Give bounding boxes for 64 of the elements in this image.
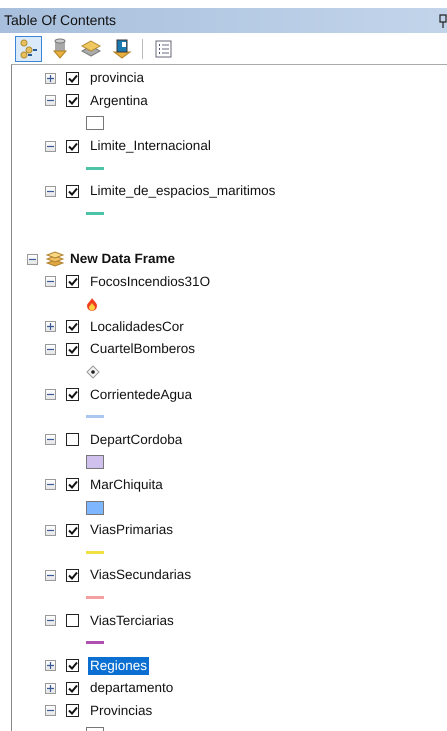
plus-icon [47,74,54,82]
layer-name[interactable]: FocosIncendios31O [88,272,212,291]
layers-icon [80,38,102,60]
plus-icon [47,662,54,670]
layer-name[interactable]: Limite_de_espacios_maritimos [88,182,278,200]
expand-toggle[interactable] [45,615,56,626]
fire-icon [86,297,98,312]
expand-toggle[interactable] [45,682,56,694]
layer-checkbox[interactable] [66,568,79,582]
layer-checkbox[interactable] [66,704,79,718]
layer-name[interactable]: Regiones [88,656,150,675]
marker-symbol [86,365,100,380]
expand-toggle[interactable] [45,276,56,288]
layer-checkbox[interactable] [66,184,79,198]
expand-toggle[interactable] [45,95,56,106]
layer-name[interactable]: CuartelBomberos [88,340,198,358]
layer-name[interactable]: CorrientedeAgua [88,386,194,404]
layer-checkbox[interactable] [66,320,79,334]
expand-toggle[interactable] [45,389,56,400]
layer-checkbox[interactable] [66,388,79,402]
layer-name[interactable]: DepartCordoba [88,430,184,449]
expand-toggle[interactable] [45,524,56,536]
layer-name[interactable]: LocalidadesCor [88,318,186,336]
layer-checkbox[interactable] [66,682,79,695]
layer-checkbox[interactable] [66,275,79,288]
layer-name[interactable]: ViasPrimarias [88,521,176,540]
layer-checkbox[interactable] [66,140,79,153]
layer-checkbox[interactable] [66,433,79,446]
layer-checkbox[interactable] [66,478,79,492]
layer-checkbox[interactable] [66,342,79,356]
panel-title: Table Of Contents [4,11,116,30]
expand-toggle[interactable] [45,140,56,152]
layers-icon [45,251,65,268]
hierarchy-icon [18,38,40,60]
expand-toggle[interactable] [45,72,56,84]
toolbar-button[interactable] [15,36,42,62]
selection-layer-icon [110,38,132,60]
layer-name[interactable]: departamento [88,679,176,698]
list-icon [152,38,174,60]
layer-name[interactable]: Provincias [88,702,154,720]
expand-toggle[interactable] [45,660,56,672]
expand-toggle[interactable] [45,705,56,716]
pin-icon [439,14,447,28]
layer-checkbox[interactable] [66,659,79,672]
plus-icon [47,684,54,692]
layer-name[interactable]: ViasTerciarias [88,612,176,630]
expand-toggle[interactable] [45,570,56,581]
layer-name[interactable]: provincia [88,69,146,88]
layer-checkbox[interactable] [66,614,79,628]
layer-checkbox[interactable] [66,94,79,108]
layer-checkbox[interactable] [66,72,79,85]
layer-checkbox[interactable] [66,524,79,537]
expand-toggle[interactable] [45,321,56,332]
layer-name[interactable]: ViasSecundarias [88,566,194,584]
expand-toggle[interactable] [45,344,56,355]
expand-toggle[interactable] [45,479,56,490]
layer-name[interactable]: MarChiquita [88,476,165,494]
layer-name[interactable]: Argentina [88,92,150,110]
layer-name[interactable]: Limite_Internacional [88,137,213,156]
expand-toggle[interactable] [27,254,38,265]
frame-name[interactable]: New Data Frame [70,248,176,270]
plus-icon [47,323,54,330]
expand-toggle[interactable] [45,434,56,446]
expand-toggle[interactable] [45,186,56,197]
